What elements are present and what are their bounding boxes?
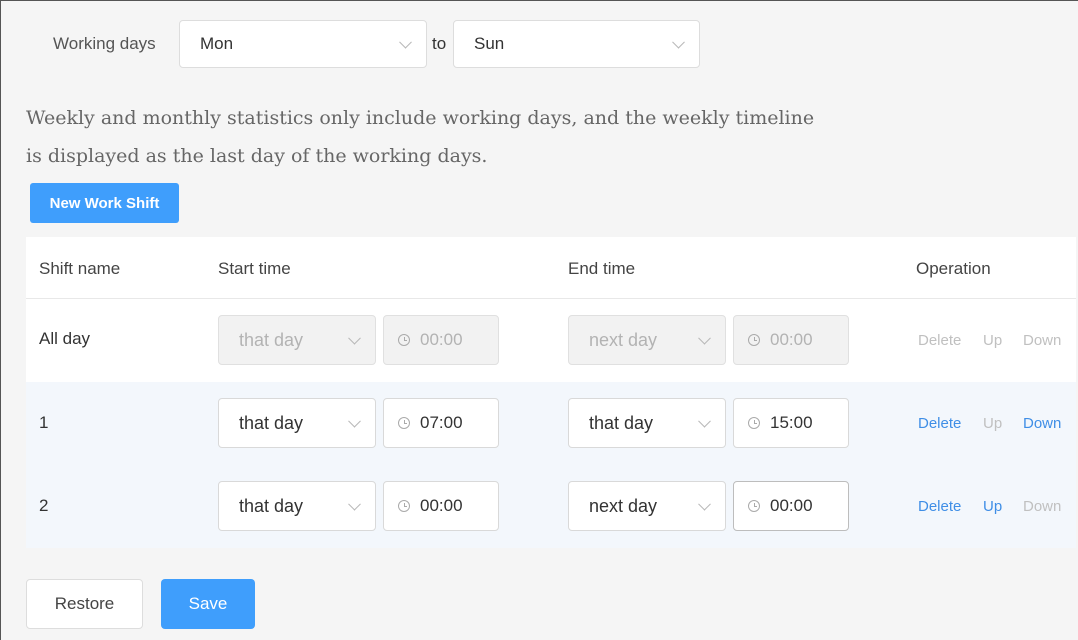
clock-icon (748, 500, 760, 512)
end-time-input: 00:00 (733, 315, 849, 365)
up-link[interactable]: Up (983, 498, 1002, 515)
header-shift-name: Shift name (39, 259, 121, 278)
working-days-description: Weekly and monthly statistics only inclu… (26, 99, 846, 175)
clock-icon (748, 334, 760, 346)
start-time-input[interactable]: 07:00 (383, 398, 499, 448)
delete-link[interactable]: Delete (918, 498, 961, 515)
save-button[interactable]: Save (161, 579, 255, 629)
header-operation: Operation (916, 259, 991, 278)
end-day-select: next day (568, 315, 726, 365)
description-line-1: Weekly and monthly statistics only inclu… (26, 107, 815, 129)
description-line-2: is displayed as the last day of the work… (26, 145, 488, 167)
start-time-input[interactable]: 00:00 (383, 481, 499, 531)
chevron-down-icon (399, 35, 412, 49)
chevron-down-icon (672, 35, 685, 49)
chevron-down-icon (698, 497, 711, 511)
chevron-down-icon (698, 331, 711, 345)
working-days-to-value: Sun (474, 34, 505, 53)
table-row: All day that day 00:00 next day 00:00 De… (26, 299, 1076, 382)
working-days-from-select[interactable]: Mon (179, 20, 427, 68)
chevron-down-icon (348, 414, 361, 428)
down-link: Down (1023, 498, 1062, 515)
header-start-time: Start time (218, 259, 291, 278)
start-day-select[interactable]: that day (218, 398, 376, 448)
end-time-value: 00:00 (770, 496, 813, 515)
start-day-select: that day (218, 315, 376, 365)
end-time-value: 15:00 (770, 413, 813, 432)
start-day-value: that day (239, 412, 304, 433)
clock-icon (398, 500, 410, 512)
down-link[interactable]: Down (1023, 415, 1061, 432)
header-end-time: End time (568, 259, 636, 278)
end-day-select[interactable]: that day (568, 398, 726, 448)
working-days-from-value: Mon (200, 34, 234, 53)
settings-panel: Working days Mon to Sun Weekly and month… (0, 0, 1078, 640)
down-link: Down (1023, 332, 1062, 349)
start-time-value: 00:00 (420, 330, 463, 349)
start-time-value: 07:00 (420, 413, 463, 432)
chevron-down-icon (698, 414, 711, 428)
working-days-label: Working days (53, 34, 156, 53)
to-label: to (432, 34, 447, 53)
end-day-value: that day (589, 412, 654, 433)
shift-name: 1 (39, 413, 49, 432)
clock-icon (748, 417, 760, 429)
delete-link: Delete (918, 332, 962, 349)
clock-icon (398, 417, 410, 429)
start-day-value: that day (239, 495, 304, 516)
table-row: 1 that day 07:00 that day 15:00 Delete U… (26, 382, 1076, 465)
shift-name: All day (39, 329, 91, 348)
shift-table: Shift name Start time End time Operation… (26, 237, 1076, 548)
shift-name: 2 (39, 496, 49, 515)
end-time-input[interactable]: 15:00 (733, 398, 849, 448)
new-work-shift-button[interactable]: New Work Shift (30, 183, 179, 223)
end-day-value: next day (589, 495, 658, 516)
table-row: 2 that day 00:00 next day 00:00 Delete U… (26, 465, 1076, 548)
chevron-down-icon (348, 331, 361, 345)
start-day-select[interactable]: that day (218, 481, 376, 531)
up-link: Up (983, 332, 1003, 349)
end-day-value: next day (589, 329, 658, 350)
end-time-value: 00:00 (770, 330, 813, 349)
chevron-down-icon (348, 497, 361, 511)
end-time-input[interactable]: 00:00 (733, 481, 849, 531)
restore-button[interactable]: Restore (26, 579, 143, 629)
end-day-select[interactable]: next day (568, 481, 726, 531)
start-day-value: that day (239, 329, 304, 350)
clock-icon (398, 334, 410, 346)
delete-link[interactable]: Delete (918, 415, 961, 432)
up-link: Up (983, 415, 1003, 432)
start-time-value: 00:00 (420, 496, 463, 515)
start-time-input: 00:00 (383, 315, 499, 365)
working-days-to-select[interactable]: Sun (453, 20, 700, 68)
